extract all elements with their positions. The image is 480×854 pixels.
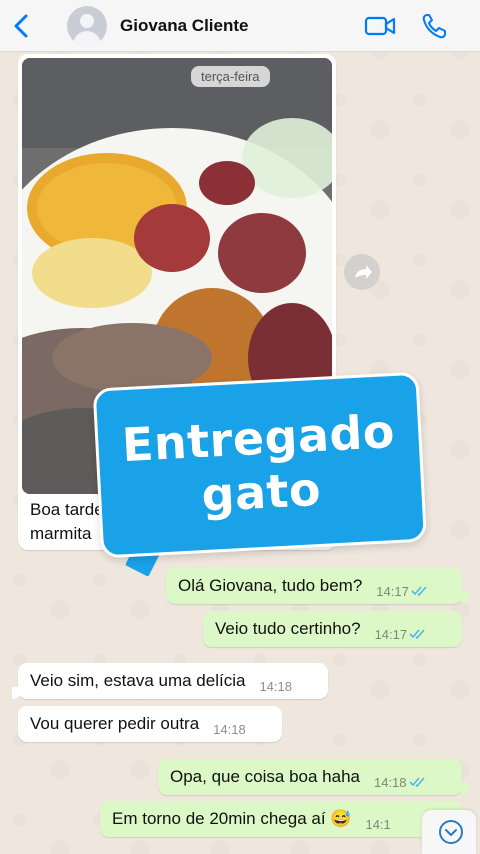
double-check-icon <box>408 777 425 788</box>
contact-name[interactable]: Giovana Cliente <box>120 16 248 36</box>
message-text: Vou querer pedir outra <box>30 714 200 733</box>
message-text: Em torno de 20min chega aí 😅 <box>112 809 352 828</box>
scroll-down-button[interactable] <box>422 810 476 854</box>
image-caption: Boa tarde marmita <box>30 498 104 546</box>
message-time: 14:17 <box>376 583 409 599</box>
message-text: Olá Giovana, tudo bem? <box>178 576 363 595</box>
message-bubble[interactable]: Olá Giovana, tudo bem? 14:17 <box>166 568 468 604</box>
sticker-line-1: Entregado <box>120 403 397 473</box>
chevron-left-icon[interactable] <box>10 12 34 40</box>
message-bubble[interactable]: Vou querer pedir outra 14:18 <box>18 706 282 742</box>
caption-line-2: marmita <box>30 524 92 543</box>
message-text: Veio tudo certinho? <box>215 619 361 638</box>
message-time: 14:17 <box>374 626 408 642</box>
double-check-icon <box>409 629 425 640</box>
message-time: 14:1 <box>365 816 391 832</box>
day-badge: terça-feira <box>191 66 270 87</box>
message-bubble[interactable]: Opa, que coisa boa haha 14:18 <box>158 759 468 795</box>
chevron-down-circle-icon <box>439 820 463 844</box>
forward-arrow-icon[interactable] <box>344 254 380 290</box>
message-time: 14:18 <box>259 678 292 694</box>
sticker-box: Entregado gato <box>92 371 428 559</box>
message-time: 14:18 <box>213 721 246 737</box>
video-camera-icon[interactable] <box>364 14 396 38</box>
chat-header: Giovana Cliente <box>0 0 480 52</box>
avatar[interactable] <box>67 6 107 46</box>
message-time: 14:18 <box>373 774 407 790</box>
message-bubble[interactable]: Veio tudo certinho? 14:17 <box>203 611 462 647</box>
sticker-line-2: gato <box>200 461 323 523</box>
phone-icon[interactable] <box>421 12 447 40</box>
message-bubble[interactable]: Em torno de 20min chega aí 😅 14:1 <box>100 801 462 837</box>
entregado-sticker: Entregado gato <box>92 371 430 577</box>
caption-line-1: Boa tarde <box>30 500 104 519</box>
double-check-icon <box>411 586 427 597</box>
message-text: Veio sim, estava uma delícia <box>30 671 246 690</box>
message-bubble[interactable]: Veio sim, estava uma delícia 14:18 <box>12 663 328 699</box>
message-text: Opa, que coisa boa haha <box>170 767 360 786</box>
